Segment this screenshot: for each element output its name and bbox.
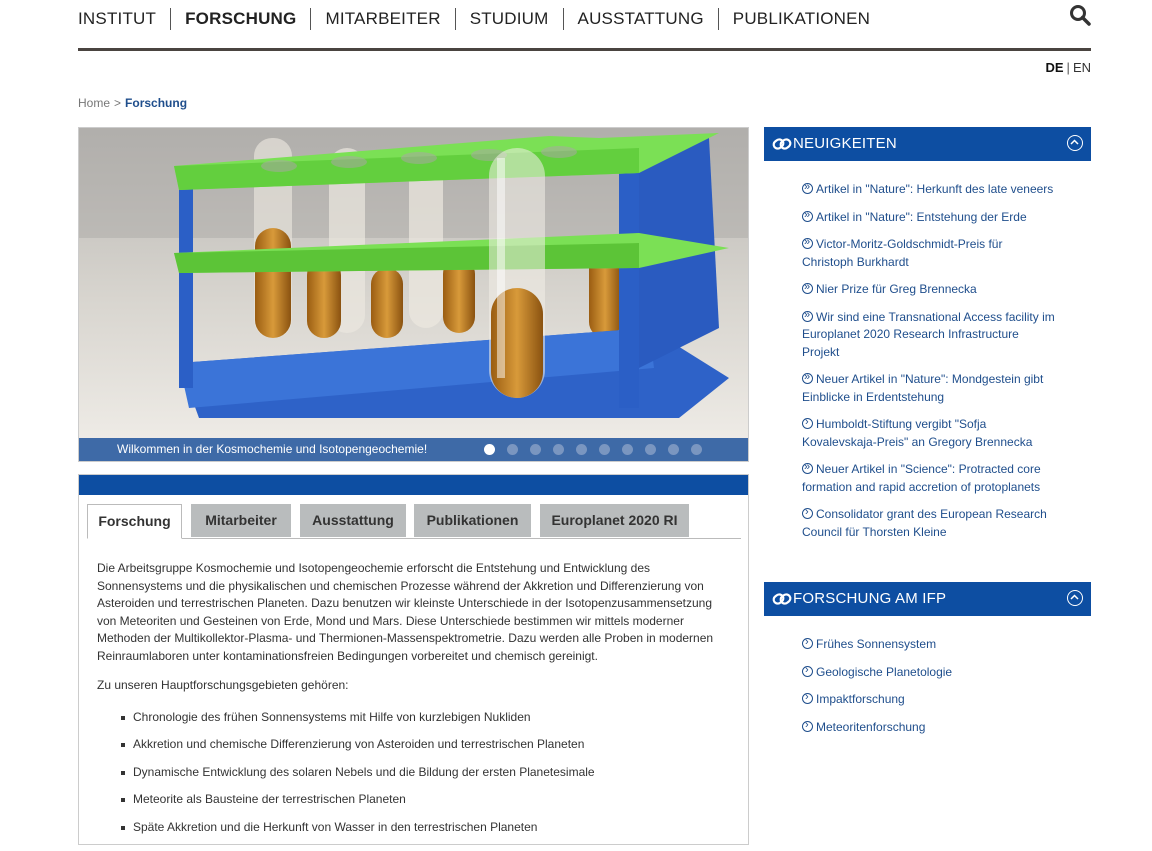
chevron-right-icon	[802, 689, 813, 707]
tab-ausstattung[interactable]: Ausstattung	[300, 504, 406, 537]
nav-item-institut[interactable]: INSTITUT	[78, 8, 170, 30]
research-list: Frühes Sonnensystem Geologische Planetol…	[764, 634, 1057, 737]
tab-panel-forschung: Die Arbeitsgruppe Kosmochemie und Isotop…	[97, 560, 733, 846]
news-item[interactable]: Artikel in "Nature": Herkunft des late v…	[802, 179, 1057, 199]
slider-dot[interactable]	[691, 444, 702, 455]
research-panel-title: FORSCHUNG AM IFP	[793, 590, 947, 607]
nav-item-studium[interactable]: STUDIUM	[454, 8, 563, 30]
research-panel: FORSCHUNG AM IFP Frühes Sonnensystem Geo…	[764, 582, 1091, 746]
research-item[interactable]: Impaktforschung	[802, 689, 1057, 709]
breadcrumb: Home > Forschung	[78, 96, 187, 110]
slider-dot[interactable]	[553, 444, 564, 455]
breadcrumb-home[interactable]: Home	[78, 96, 110, 110]
nav-list: INSTITUT FORSCHUNG MITARBEITER STUDIUM A…	[78, 8, 884, 30]
tab-mitarbeiter[interactable]: Mitarbeiter	[191, 504, 291, 537]
chevron-right-icon	[802, 634, 813, 652]
list-item: Späte Akkretion und die Herkunft von Was…	[121, 819, 733, 837]
nav-item-forschung[interactable]: FORSCHUNG	[170, 8, 310, 30]
chevron-right-icon	[802, 504, 813, 522]
slider-dot[interactable]	[530, 444, 541, 455]
slider-dot[interactable]	[668, 444, 679, 455]
double-chevron-icon	[802, 279, 813, 297]
search-icon[interactable]	[1069, 4, 1091, 26]
slider-dot[interactable]	[507, 444, 518, 455]
chevron-right-icon	[802, 717, 813, 734]
list-item: Dynamische Entwicklung des solaren Nebel…	[121, 764, 733, 782]
tab-forschung[interactable]: Forschung	[87, 504, 182, 539]
link-icon	[772, 138, 792, 150]
news-item[interactable]: Consolidator grant des European Research…	[802, 504, 1057, 541]
news-item[interactable]: Neuer Artikel in "Science": Protracted c…	[802, 459, 1057, 496]
slider-image	[79, 128, 748, 440]
tab-bar: Forschung Mitarbeiter Ausstattung Publik…	[87, 504, 741, 539]
main-navigation: INSTITUT FORSCHUNG MITARBEITER STUDIUM A…	[78, 0, 1091, 51]
news-item[interactable]: Neuer Artikel in "Nature": Mondgestein g…	[802, 369, 1057, 406]
double-chevron-icon	[802, 369, 813, 387]
list-item: Chronologie des frühen Sonnensystems mit…	[121, 709, 733, 727]
slider-pagination	[484, 444, 714, 455]
research-item[interactable]: Geologische Planetologie	[802, 662, 1057, 682]
breadcrumb-current[interactable]: Forschung	[125, 96, 187, 110]
list-item: Akkretion und chemische Differenzierung …	[121, 736, 733, 754]
slider-dot[interactable]	[622, 444, 633, 455]
research-areas-intro: Zu unseren Hauptforschungsgebieten gehör…	[97, 678, 349, 692]
tab-europlanet[interactable]: Europlanet 2020 RI	[540, 504, 689, 537]
news-panel: NEUIGKEITEN Artikel in "Nature": Herkunf…	[764, 127, 1091, 551]
content-box: Forschung Mitarbeiter Ausstattung Publik…	[78, 474, 749, 845]
news-item[interactable]: Nier Prize für Greg Brennecka	[802, 279, 1057, 299]
news-item[interactable]: Artikel in "Nature": Entstehung der Erde	[802, 207, 1057, 227]
news-item[interactable]: Victor-Moritz-Goldschmidt-Preis für Chri…	[802, 234, 1057, 271]
lang-separator: |	[1066, 60, 1070, 75]
chevron-right-icon	[802, 414, 813, 432]
intro-paragraph: Die Arbeitsgruppe Kosmochemie und Isotop…	[97, 561, 714, 663]
slider-dot[interactable]	[645, 444, 656, 455]
research-item[interactable]: Frühes Sonnensystem	[802, 634, 1057, 654]
slider-dot[interactable]	[599, 444, 610, 455]
double-chevron-icon	[802, 207, 813, 224]
lang-en-link[interactable]: EN	[1073, 60, 1091, 75]
collapse-icon[interactable]	[1067, 135, 1083, 151]
double-chevron-icon	[802, 234, 813, 252]
breadcrumb-separator: >	[114, 96, 122, 110]
slider-caption: Wilkommen in der Kosmochemie und Isotope…	[79, 438, 748, 461]
lang-de-link[interactable]: DE	[1045, 60, 1063, 75]
news-item[interactable]: Wir sind eine Transnational Access facil…	[802, 307, 1057, 362]
list-item: Meteorite als Bausteine der terrestrisch…	[121, 791, 733, 809]
news-list: Artikel in "Nature": Herkunft des late v…	[764, 179, 1057, 541]
research-panel-header[interactable]: FORSCHUNG AM IFP	[764, 582, 1091, 616]
news-item[interactable]: Humboldt-Stiftung vergibt "Sofja Kovalev…	[802, 414, 1057, 451]
link-icon	[772, 593, 792, 605]
nav-item-mitarbeiter[interactable]: MITARBEITER	[310, 8, 454, 30]
double-chevron-icon	[802, 307, 813, 324]
tab-publikationen[interactable]: Publikationen	[414, 504, 531, 537]
double-chevron-icon	[802, 179, 813, 197]
double-chevron-icon	[802, 459, 813, 477]
news-panel-header[interactable]: NEUIGKEITEN	[764, 127, 1091, 161]
collapse-icon[interactable]	[1067, 590, 1083, 606]
research-areas-list: Chronologie des frühen Sonnensystems mit…	[97, 709, 733, 837]
slider-caption-text: Wilkommen in der Kosmochemie und Isotope…	[117, 442, 428, 456]
news-panel-title: NEUIGKEITEN	[793, 135, 897, 152]
image-slider[interactable]: Wilkommen in der Kosmochemie und Isotope…	[78, 127, 749, 462]
chevron-right-icon	[802, 662, 813, 679]
nav-item-ausstattung[interactable]: AUSSTATTUNG	[562, 8, 718, 30]
research-item[interactable]: Meteoritenforschung	[802, 717, 1057, 737]
content-header-bar	[79, 475, 748, 495]
nav-item-publikationen[interactable]: PUBLIKATIONEN	[717, 8, 884, 30]
slider-dot[interactable]	[576, 444, 587, 455]
language-switcher: DE | EN	[1045, 60, 1091, 75]
slider-dot[interactable]	[484, 444, 495, 455]
